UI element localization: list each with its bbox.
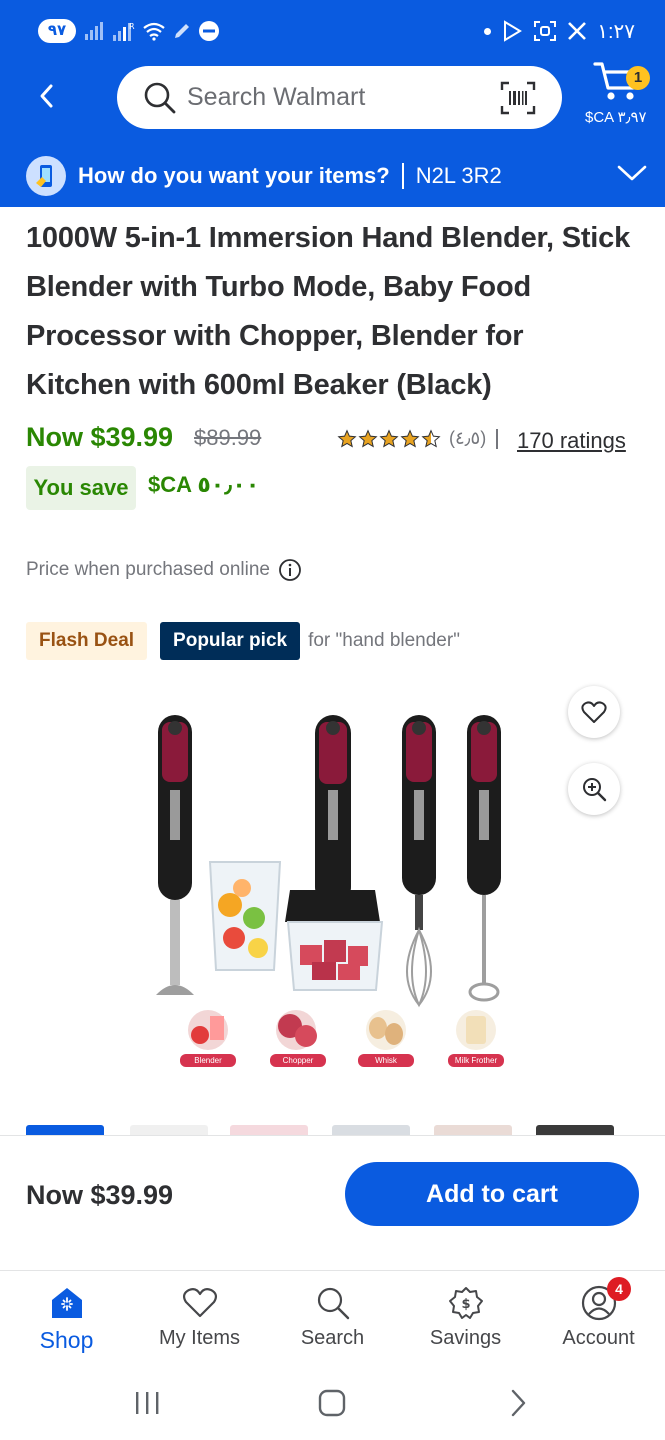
cart-total: $CA ٣٫٩٧ (585, 109, 647, 126)
price-now: Now $39.99 (26, 422, 174, 452)
product-image[interactable]: Blender Chopper Whisk Milk Frother (130, 690, 530, 1090)
price-was: $89.99 (194, 425, 262, 450)
popular-context: for "hand blender" (308, 630, 460, 651)
image-label-whisk: Whisk (358, 1054, 414, 1067)
clock: ١:٢٧ (597, 20, 635, 43)
tab-label: Shop (39, 1327, 94, 1353)
recent-apps-button[interactable] (117, 1385, 177, 1421)
product-badges: Flash Deal Popular pick for "hand blende… (26, 622, 460, 660)
play-store-icon (504, 20, 523, 42)
product-illustration (156, 715, 501, 1050)
star-icon (379, 428, 399, 448)
thumbnail[interactable] (332, 1125, 410, 1135)
status-icons-left: R (84, 17, 220, 45)
search-input[interactable] (187, 83, 477, 112)
flash-deal-badge: Flash Deal (26, 622, 148, 660)
tab-my-items[interactable]: My Items (133, 1283, 266, 1350)
x-app-icon (568, 22, 587, 40)
price-note: Price when purchased online (26, 558, 302, 582)
delivery-postal-code: N2L 3R2 (415, 163, 502, 188)
thumbnail[interactable] (434, 1125, 512, 1135)
delivery-selector[interactable]: How do you want your items? N2L 3R2 (0, 145, 665, 207)
rating-value: (٤٫٥) (449, 428, 487, 448)
star-icon (337, 428, 357, 448)
add-to-cart-button[interactable]: Add to cart (345, 1162, 639, 1226)
shop-icon (51, 1288, 82, 1318)
chevron-left-icon (40, 84, 53, 108)
thumbnail[interactable] (130, 1125, 208, 1135)
signal-icon (85, 22, 103, 40)
recent-apps-icon (136, 1392, 159, 1414)
you-save-badge: You save (26, 466, 136, 510)
back-nav-button[interactable] (488, 1385, 548, 1421)
image-thumbnail-strip[interactable] (26, 1125, 665, 1135)
status-bar: ٩٧ R ١:٢٧ (0, 0, 665, 60)
star-icon (400, 428, 420, 448)
image-label-blender: Blender (180, 1054, 236, 1067)
tab-label: Savings (429, 1327, 502, 1349)
zoom-in-icon (583, 778, 607, 802)
delivery-divider (401, 163, 404, 189)
tab-shop[interactable]: Shop (0, 1283, 133, 1354)
tab-search[interactable]: Search (266, 1283, 399, 1350)
cart-count-badge: 1 (626, 66, 650, 90)
info-icon[interactable] (278, 558, 302, 582)
tab-savings[interactable]: $ Savings (399, 1283, 532, 1350)
favorite-button[interactable] (568, 686, 620, 738)
tab-label: Search (300, 1327, 365, 1349)
zoom-button[interactable] (568, 763, 620, 815)
search-bar[interactable] (117, 66, 562, 129)
svg-text:$: $ (461, 1297, 470, 1312)
bottom-tab-bar: Shop My Items Search $ Savings 4 Account (0, 1270, 665, 1365)
thumbnail[interactable] (230, 1125, 308, 1135)
tab-label: Account (562, 1327, 635, 1349)
thumbnail-selected[interactable] (26, 1125, 104, 1135)
star-half-icon (421, 428, 441, 448)
popular-pick-badge: Popular pick (160, 622, 301, 660)
ratings-count-link[interactable]: 170 ratings (517, 428, 626, 454)
system-nav-bar (0, 1365, 665, 1440)
screenshot-icon (534, 21, 557, 41)
status-badge: ٩٧ (38, 19, 76, 43)
heart-icon (581, 701, 607, 723)
search-icon (144, 82, 176, 113)
thumbnail[interactable] (536, 1125, 614, 1135)
barcode-scanner-icon[interactable] (500, 81, 536, 115)
heart-icon (182, 1288, 217, 1318)
home-icon (318, 1389, 346, 1417)
rating-stars (337, 428, 441, 449)
status-icons-right: ١:٢٧ (484, 17, 635, 45)
star-icon (358, 428, 378, 448)
chevron-down-icon (617, 165, 647, 181)
chevron-right-icon (511, 1389, 526, 1417)
tab-label: My Items (158, 1327, 241, 1349)
buy-bar-price: Now $39.99 (26, 1180, 174, 1210)
search-icon (317, 1287, 349, 1320)
you-save-amount: $CA ٥٠٫٠٠ (148, 472, 260, 497)
savings-icon: $ (448, 1287, 483, 1319)
app-header: ٩٧ R ١:٢٧ 1 $CA ٣٫٩٧ How do yo (0, 0, 665, 207)
cart-button[interactable]: 1 $CA ٣٫٩٧ (585, 58, 655, 130)
delivery-question: How do you want your items? (78, 163, 390, 188)
tab-account[interactable]: 4 Account (532, 1277, 665, 1350)
back-button[interactable] (30, 80, 62, 112)
home-button[interactable] (302, 1385, 362, 1421)
do-not-disturb-icon (199, 21, 219, 41)
signal-roaming-icon: R (113, 22, 135, 41)
dot-icon (484, 27, 492, 35)
product-title: 1000W 5-in-1 Immersion Hand Blender, Sti… (26, 222, 631, 401)
delivery-phone-icon (26, 156, 66, 196)
pen-icon (175, 24, 189, 38)
svg-text:R: R (129, 22, 135, 31)
wifi-icon (143, 22, 165, 41)
image-label-milk-frother: Milk Frother (448, 1054, 504, 1067)
price-note-text: Price when purchased online (26, 559, 270, 580)
account-notification-badge: 4 (607, 1277, 631, 1301)
rating-divider (496, 428, 499, 449)
image-label-chopper: Chopper (270, 1054, 326, 1067)
rating-summary[interactable]: (٤٫٥) (337, 428, 499, 449)
